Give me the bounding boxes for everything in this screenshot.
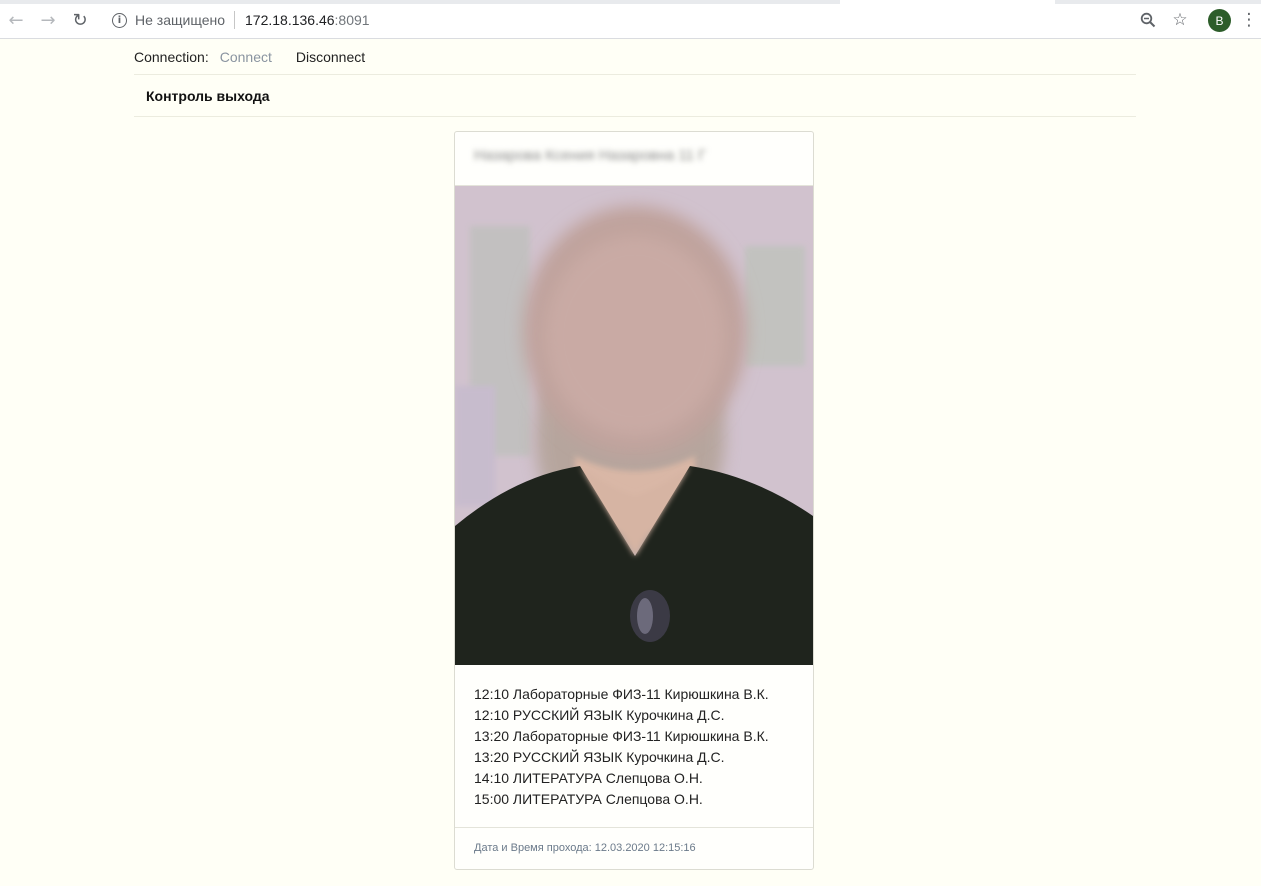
person-card: Назарова Ксения Назаровна 11 Г 12:10 Лаб…	[454, 131, 814, 870]
url-separator	[234, 11, 235, 29]
profile-avatar[interactable]: B	[1208, 9, 1231, 32]
schedule-item: 13:20 Лабораторные ФИЗ-11 Кирюшкина В.К.	[474, 728, 769, 744]
schedule-list: 12:10 Лабораторные ФИЗ-11 Кирюшкина В.К.…	[474, 684, 769, 810]
active-tab[interactable]	[840, 0, 1055, 4]
person-photo	[455, 186, 813, 665]
title-divider	[134, 116, 1136, 117]
card-footer: Дата и Время прохода: 12.03.2020 12:15:1…	[455, 827, 813, 869]
tab-strip	[0, 0, 1261, 4]
connect-link[interactable]: Connect	[220, 49, 272, 65]
zoom-icon[interactable]	[1137, 9, 1159, 31]
security-label[interactable]: Не защищено	[135, 12, 225, 28]
schedule-item: 13:20 РУССКИЙ ЯЗЫК Курочкина Д.С.	[474, 749, 725, 765]
person-name: Назарова Ксения Назаровна 11 Г	[474, 147, 707, 164]
page-title: Контроль выхода	[146, 88, 270, 104]
connection-bar: Connection: Connect Disconnect	[134, 46, 365, 68]
card-header: Назарова Ксения Назаровна 11 Г	[455, 132, 813, 186]
address-bar[interactable]: i Не защищено 172.18.136.46:8091	[104, 6, 1196, 34]
top-divider	[134, 74, 1136, 75]
bookmark-star-icon[interactable]: ☆	[1169, 9, 1191, 31]
back-arrow-icon[interactable]: ←	[5, 9, 27, 31]
menu-kebab-icon[interactable]: ⋮	[1241, 9, 1258, 31]
url-port[interactable]: :8091	[335, 12, 370, 28]
forward-arrow-icon[interactable]: →	[37, 9, 59, 31]
connection-label: Connection:	[134, 49, 209, 65]
reload-icon[interactable]: ↻	[69, 9, 91, 31]
disconnect-link[interactable]: Disconnect	[296, 49, 365, 65]
schedule-item: 12:10 РУССКИЙ ЯЗЫК Курочкина Д.С.	[474, 707, 725, 723]
info-icon[interactable]: i	[112, 12, 127, 28]
pass-datetime: Дата и Время прохода: 12.03.2020 12:15:1…	[474, 842, 696, 854]
schedule-item: 15:00 ЛИТЕРАТУРА Слепцова О.Н.	[474, 791, 703, 807]
schedule-item: 14:10 ЛИТЕРАТУРА Слепцова О.Н.	[474, 770, 703, 786]
url-host[interactable]: 172.18.136.46	[245, 12, 335, 28]
browser-toolbar: ← → ↻ i Не защищено 172.18.136.46:8091 ☆…	[0, 0, 1261, 39]
schedule-item: 12:10 Лабораторные ФИЗ-11 Кирюшкина В.К.	[474, 686, 769, 702]
